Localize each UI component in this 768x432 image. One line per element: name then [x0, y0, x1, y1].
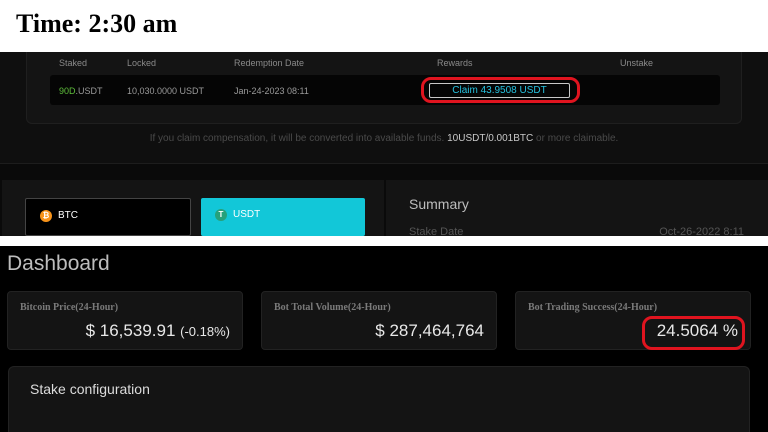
bitcoin-icon: ₿: [40, 210, 52, 222]
bot-volume-value: $ 287,464,764: [375, 321, 484, 340]
bitcoin-price-change: (-0.18%): [180, 324, 230, 339]
col-redemption-date: Redemption Date: [234, 58, 305, 68]
stake-frame: Staked Locked Redemption Date Rewards Un…: [0, 52, 768, 164]
staked-coin: .USDT: [75, 86, 103, 96]
col-rewards: Rewards: [437, 58, 473, 68]
bot-volume-label: Bot Total Volume(24-Hour): [274, 302, 391, 313]
summary-title: Summary: [409, 196, 469, 212]
staked-term: 90D: [59, 86, 76, 96]
coin-usdt-label: USDT: [233, 209, 261, 220]
bot-success-label: Bot Trading Success(24-Hour): [528, 302, 658, 313]
claim-highlight-ring: Claim 43.9508 USDT: [421, 77, 580, 103]
cell-locked: 10,030.0000 USDT: [127, 86, 205, 96]
claim-button[interactable]: Claim 43.9508 USDT: [429, 83, 570, 98]
coin-summary-area: ₿ BTC T USDT Summary Stake Date Oct-26-2…: [0, 180, 768, 238]
col-locked: Locked: [127, 58, 157, 68]
success-highlight-ring: [642, 316, 745, 350]
coin-usdt-button[interactable]: T USDT: [201, 198, 365, 236]
cell-redemption-date: Jan-24-2023 08:11: [234, 86, 309, 96]
coin-btc-label: BTC: [58, 210, 78, 221]
col-staked: Staked: [59, 58, 88, 68]
coin-btc-button[interactable]: ₿ BTC: [25, 198, 191, 236]
tether-icon: T: [215, 209, 227, 221]
dashboard-title: Dashboard: [7, 252, 110, 275]
note-prefix: If you claim compensation, it will be co…: [149, 133, 445, 144]
screenshot-divider: [0, 236, 768, 246]
stake-configuration-panel: Stake configuration: [8, 366, 750, 432]
bitcoin-price-card: Bitcoin Price(24-Hour) $ 16,539.91 (-0.1…: [7, 291, 243, 350]
cell-staked: 90D.USDT: [59, 86, 103, 96]
stake-configuration-title: Stake configuration: [30, 381, 150, 397]
bot-volume-card: Bot Total Volume(24-Hour) $ 287,464,764: [261, 291, 497, 350]
col-unstake: Unstake: [620, 58, 654, 68]
bitcoin-price-amount: $ 16,539.91: [85, 321, 176, 340]
page-title: Time: 2:30 am: [16, 9, 178, 38]
title-band: Time: 2:30 am: [0, 0, 768, 52]
note-threshold: 10USDT/0.001BTC: [447, 133, 534, 144]
stake-panel: Staked Locked Redemption Date Rewards Un…: [0, 52, 768, 238]
claim-note: If you claim compensation, it will be co…: [0, 133, 768, 144]
coin-selector: ₿ BTC T USDT: [2, 180, 384, 236]
bitcoin-price-value: $ 16,539.91 (-0.18%): [86, 321, 230, 341]
bitcoin-price-label: Bitcoin Price(24-Hour): [20, 302, 119, 313]
note-suffix: or more claimable.: [536, 133, 619, 144]
